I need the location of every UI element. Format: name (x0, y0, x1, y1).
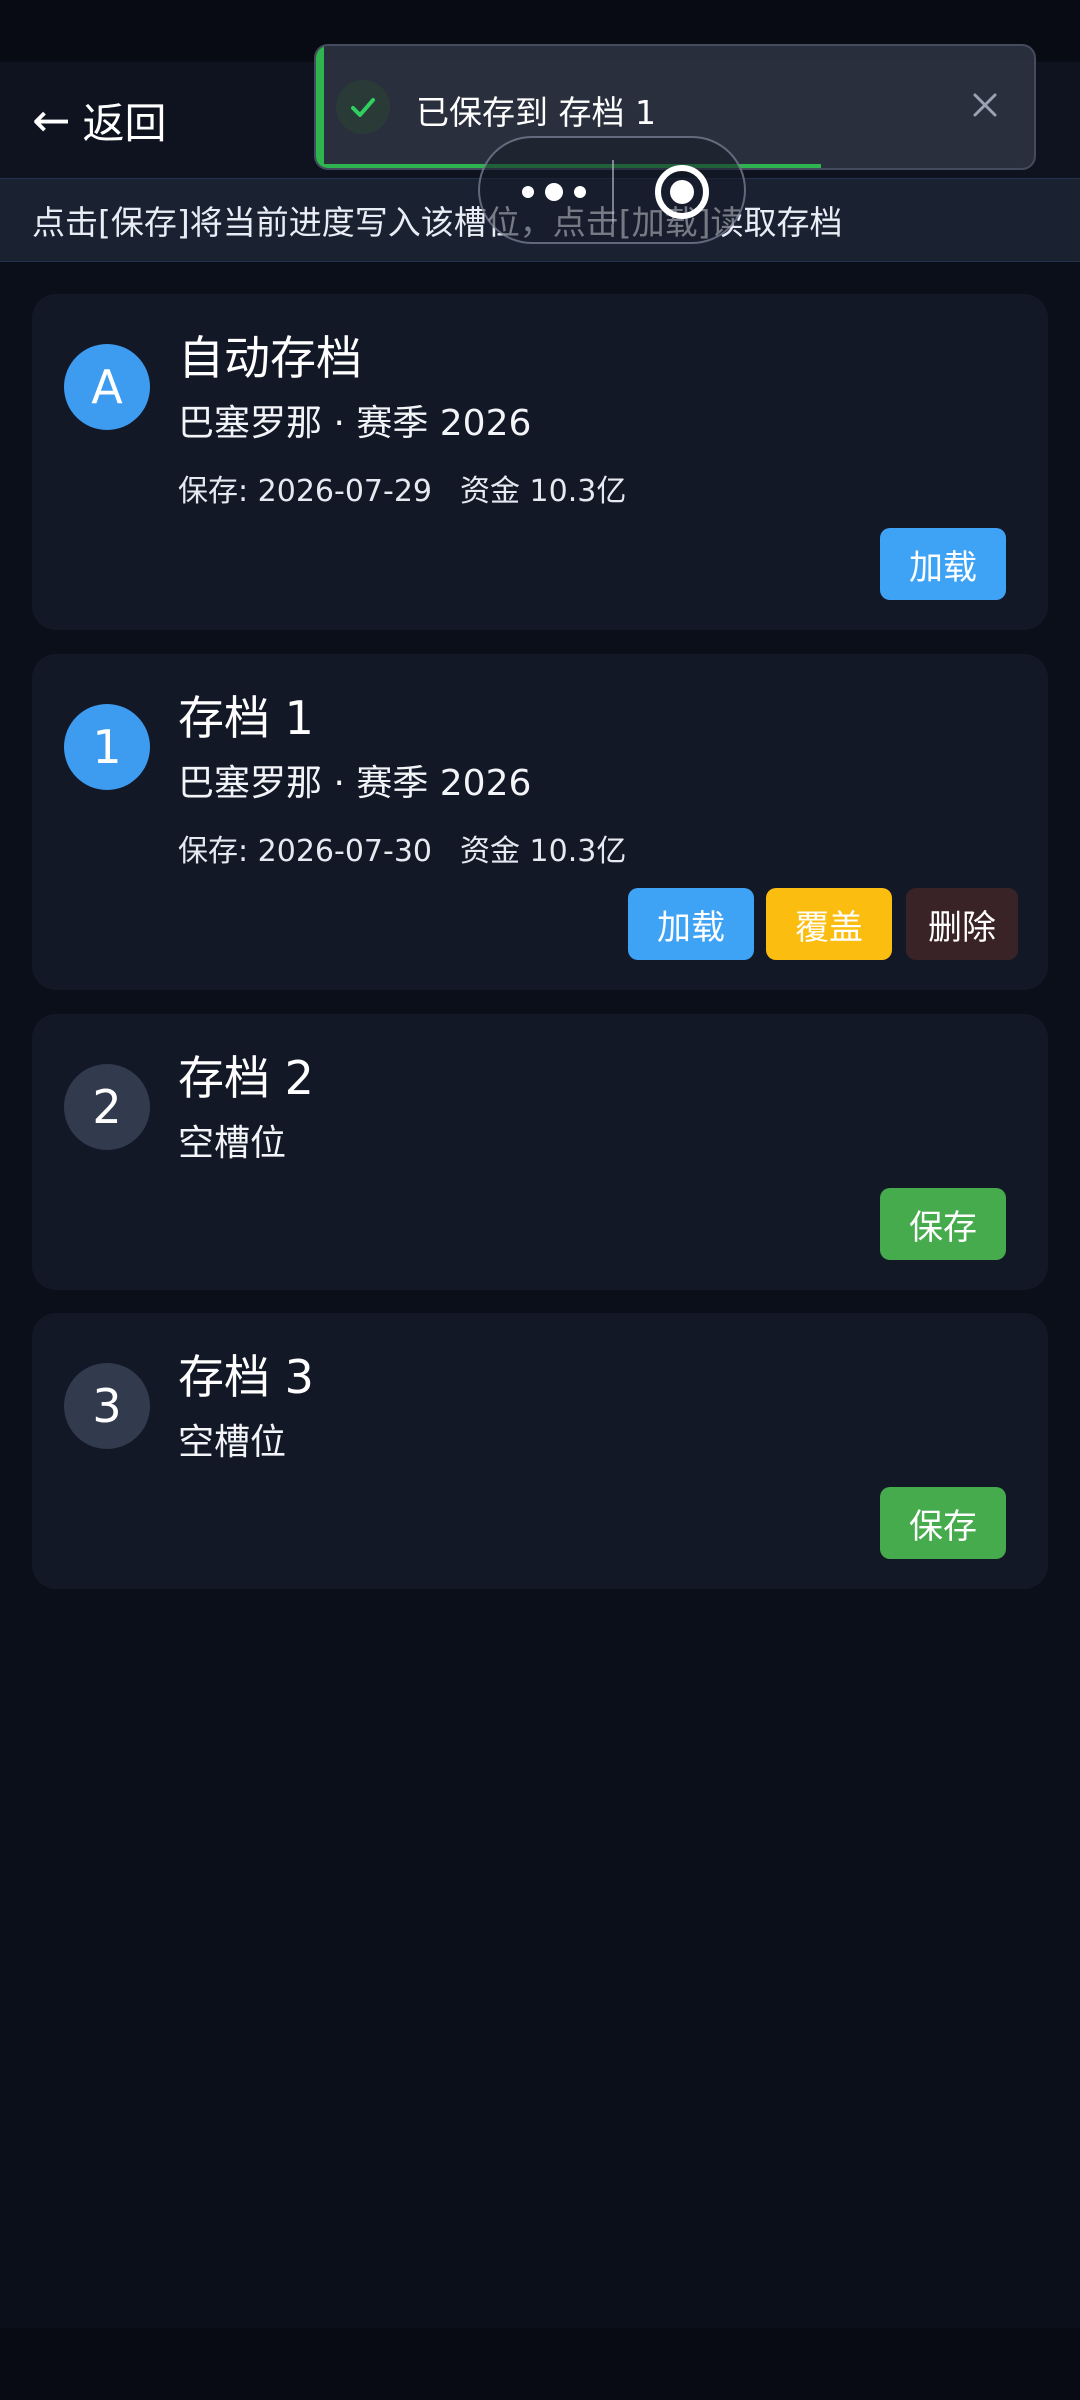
delete-button[interactable]: 删除 (906, 888, 1018, 960)
navigation-bar (0, 2328, 1080, 2400)
overwrite-button[interactable]: 覆盖 (766, 888, 892, 960)
slot-saved-date: 保存: 2026-07-30 (178, 834, 432, 869)
save-slot-2: 2 存档 2 空槽位 保存 (32, 1014, 1048, 1290)
slot-meta: 保存: 2026-07-29 资金 10.3亿 (178, 466, 626, 510)
toast-accent-bar (316, 46, 324, 168)
slot-title: 存档 3 (178, 1350, 314, 1404)
slot-badge: 2 (64, 1064, 150, 1150)
slot-badge: A (64, 344, 150, 430)
slot-badge: 1 (64, 704, 150, 790)
save-slot-1: 1 存档 1 巴塞罗那 · 赛季 2026 保存: 2026-07-30 资金 1… (32, 654, 1048, 990)
slot-funds: 资金 10.3亿 (460, 474, 627, 509)
save-slot-auto: A 自动存档 巴塞罗那 · 赛季 2026 保存: 2026-07-29 资金 1… (32, 294, 1048, 630)
slot-subtitle: 巴塞罗那 · 赛季 2026 (178, 403, 532, 444)
check-circle-icon (336, 80, 390, 134)
slot-title: 自动存档 (178, 331, 362, 385)
floating-capsule (478, 136, 746, 244)
back-button[interactable]: ← 返回 (32, 90, 167, 150)
back-label: 返回 (82, 98, 167, 148)
slot-saved-date: 保存: 2026-07-29 (178, 474, 432, 509)
target-circle-icon[interactable] (652, 162, 712, 222)
slot-subtitle: 空槽位 (178, 1422, 287, 1463)
load-button[interactable]: 加载 (628, 888, 754, 960)
back-arrow-icon: ← (32, 93, 71, 147)
slot-meta: 保存: 2026-07-30 资金 10.3亿 (178, 826, 626, 870)
more-dots-icon[interactable] (514, 168, 594, 216)
slot-funds: 资金 10.3亿 (460, 834, 627, 869)
save-button[interactable]: 保存 (880, 1487, 1006, 1559)
slot-badge: 3 (64, 1363, 150, 1449)
toast-message: 已保存到 存档 1 (416, 93, 656, 132)
slot-title: 存档 1 (178, 691, 314, 745)
save-button[interactable]: 保存 (880, 1188, 1006, 1260)
load-button[interactable]: 加载 (880, 528, 1006, 600)
capsule-divider (612, 160, 614, 224)
close-icon[interactable] (960, 80, 1010, 130)
save-slot-3: 3 存档 3 空槽位 保存 (32, 1313, 1048, 1589)
slot-subtitle: 空槽位 (178, 1123, 287, 1164)
slot-title: 存档 2 (178, 1051, 314, 1105)
slot-subtitle: 巴塞罗那 · 赛季 2026 (178, 763, 532, 804)
